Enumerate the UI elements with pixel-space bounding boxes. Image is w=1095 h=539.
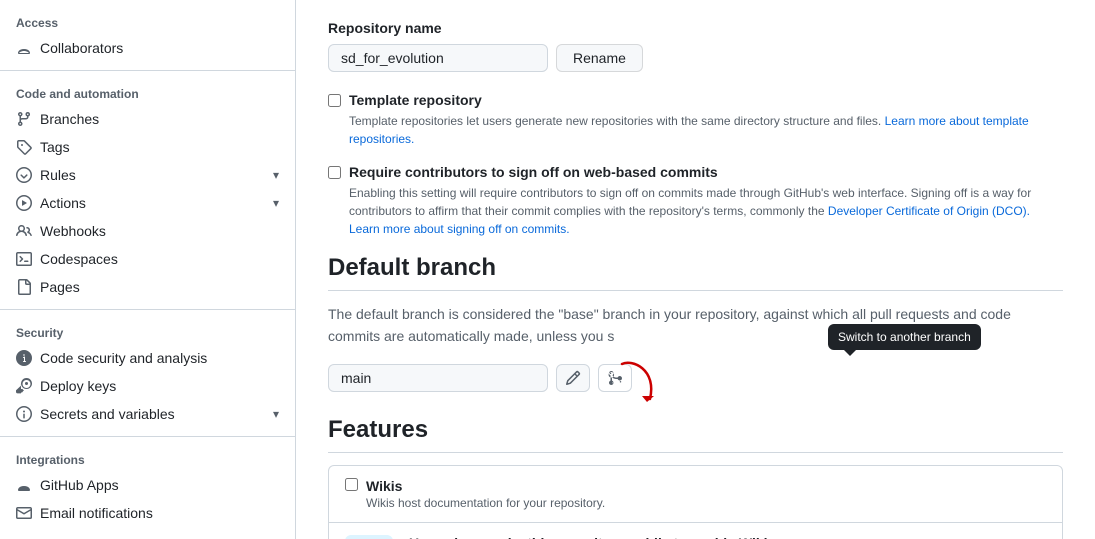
code-automation-section-header: Code and automation [0,79,295,105]
pages-icon [16,279,32,295]
template-repo-row: Template repository Template repositorie… [328,92,1063,148]
sidebar-item-branches[interactable]: Branches [0,105,295,133]
email-icon [16,505,32,521]
webhooks-label: Webhooks [40,223,279,239]
tags-label: Tags [40,139,279,155]
sidebar-item-pages[interactable]: Pages [0,273,295,301]
signoff-section: Require contributors to sign off on web-… [328,164,1063,238]
sidebar-item-codespaces[interactable]: Codespaces [0,245,295,273]
default-branch-title: Default branch [328,254,1063,291]
access-section-header: Access [0,8,295,34]
sidebar-item-deploy-keys[interactable]: Deploy keys [0,372,295,400]
template-repo-section: Template repository Template repositorie… [328,92,1063,148]
pages-label: Pages [40,279,279,295]
person-icon [16,40,32,56]
actions-label: Actions [40,195,273,211]
signoff-label: Require contributors to sign off on web-… [349,164,718,180]
codespaces-label: Codespaces [40,251,279,267]
dco-link[interactable]: Developer Certificate of Origin (DCO). [828,204,1030,218]
repo-name-row: Rename [328,44,1063,72]
webhooks-icon [16,223,32,239]
tag-icon [16,139,32,155]
repo-name-input[interactable] [328,44,548,72]
main-content: Repository name Rename Template reposito… [296,0,1095,539]
rules-icon [16,167,32,183]
template-repo-label: Template repository [349,92,482,108]
key-icon [16,378,32,394]
integrations-section-header: Integrations [0,445,295,471]
edit-branch-button[interactable] [556,364,590,392]
secrets-icon [16,406,32,422]
secrets-variables-label: Secrets and variables [40,406,273,422]
github-apps-icon [16,477,32,493]
signoff-learn-more-link[interactable]: Learn more about signing off on commits. [349,222,570,236]
sidebar-item-tags[interactable]: Tags [0,133,295,161]
upgrade-feature-item: Upgrade or make this repository public t… [329,523,1062,539]
signoff-checkbox[interactable] [328,166,341,179]
sidebar-item-github-apps[interactable]: GitHub Apps [0,471,295,499]
sidebar-item-actions[interactable]: Actions ▾ [0,189,295,217]
sidebar-item-code-security[interactable]: Code security and analysis [0,344,295,372]
sidebar-item-webhooks[interactable]: Webhooks [0,217,295,245]
rename-button[interactable]: Rename [556,44,643,72]
branch-name-input[interactable] [328,364,548,392]
signoff-desc: Enabling this setting will require contr… [349,184,1063,238]
settings-sidebar: Access Collaborators Code and automation… [0,0,296,539]
features-title: Features [328,416,1063,453]
switch-branch-button[interactable] [598,364,632,392]
switch-branch-tooltip: Switch to another branch [828,324,981,350]
branch-row: Switch to another branch [328,364,1063,392]
upgrade-icon [345,535,393,539]
code-security-icon [16,350,32,366]
upgrade-row: Upgrade or make this repository public t… [345,535,1046,539]
wikis-desc: Wikis host documentation for your reposi… [366,496,605,510]
features-box: Wikis Wikis host documentation for your … [328,465,1063,539]
wikis-label: Wikis [366,478,605,494]
sidebar-item-rules[interactable]: Rules ▾ [0,161,295,189]
template-repo-checkbox[interactable] [328,94,341,107]
wikis-checkbox[interactable] [345,478,358,491]
rules-label: Rules [40,167,273,183]
signoff-row: Require contributors to sign off on web-… [328,164,1063,238]
code-security-label: Code security and analysis [40,350,279,366]
branch-icon [16,111,32,127]
sidebar-item-collaborators[interactable]: Collaborators [0,34,295,62]
actions-icon [16,195,32,211]
deploy-keys-label: Deploy keys [40,378,279,394]
upgrade-title: Upgrade or make this repository public t… [409,535,963,539]
repo-name-field-label: Repository name [328,20,1063,36]
codespaces-icon [16,251,32,267]
security-section-header: Security [0,318,295,344]
branches-label: Branches [40,111,279,127]
actions-chevron-icon: ▾ [273,196,279,210]
wikis-row: Wikis Wikis host documentation for your … [345,478,1046,510]
sidebar-item-email-notifications[interactable]: Email notifications [0,499,295,527]
template-repo-desc: Template repositories let users generate… [349,112,1063,148]
rules-chevron-icon: ▾ [273,168,279,182]
collaborators-label: Collaborators [40,40,279,56]
email-notifications-label: Email notifications [40,505,279,521]
secrets-chevron-icon: ▾ [273,407,279,421]
sidebar-item-secrets-variables[interactable]: Secrets and variables ▾ [0,400,295,428]
wikis-feature-item: Wikis Wikis host documentation for your … [329,466,1062,523]
github-apps-label: GitHub Apps [40,477,279,493]
